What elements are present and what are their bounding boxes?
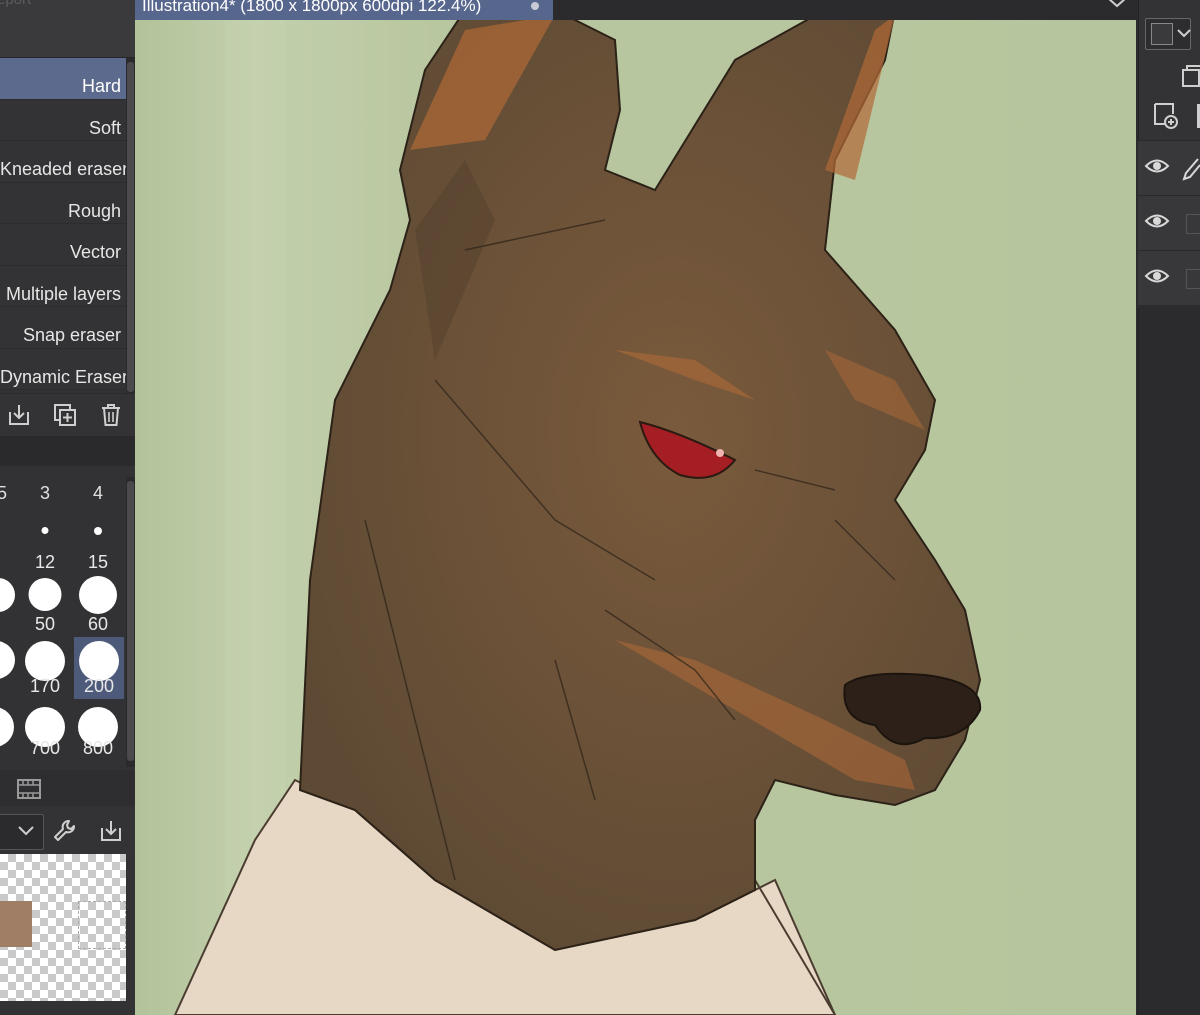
- layer-row[interactable]: [1138, 250, 1200, 305]
- subtool-label: Kneaded eraser: [0, 159, 129, 179]
- right-layer-panel: [1138, 0, 1200, 1015]
- subtool-label: Multiple layers: [5, 283, 121, 304]
- layer-property-bar: [0, 808, 135, 854]
- layer-row[interactable]: [1138, 140, 1200, 195]
- brush-size-value: 15: [87, 552, 109, 572]
- chevron-down-icon: [18, 826, 34, 836]
- subtool-item-dynamic-eraser[interactable]: Dynamic Eraser: [0, 348, 129, 390]
- unsaved-dot-icon: [531, 2, 539, 10]
- subtool-list: Hard Soft Kneaded eraser Rough Vector Mu…: [0, 58, 129, 390]
- layer-color-icon: [1151, 23, 1173, 45]
- subtool-item-vector[interactable]: Vector: [0, 224, 126, 266]
- column-header: 3: [39, 483, 50, 503]
- timeline-bar: [0, 770, 135, 806]
- brush-size-cell[interactable]: 12: [21, 513, 69, 575]
- subtool-label: Snap eraser: [22, 325, 121, 345]
- duplicate-icon[interactable]: [52, 402, 78, 428]
- subtool-item-kneaded-eraser[interactable]: Kneaded eraser: [0, 141, 129, 183]
- header-label: report: [0, 0, 31, 8]
- brush-size-preview: [94, 527, 102, 535]
- pencil-icon: [1182, 158, 1200, 181]
- brush-size-value: 700: [29, 738, 61, 758]
- brush-size-preview: [0, 578, 15, 612]
- new-layer-icon[interactable]: [1151, 100, 1181, 130]
- layer-list-empty-area: [1138, 308, 1200, 1015]
- brush-size-cell[interactable]: 50: [21, 575, 69, 637]
- subtool-label: Hard: [81, 76, 121, 96]
- drawing-canvas[interactable]: [135, 20, 1136, 1015]
- subtool-item-snap-eraser[interactable]: Snap eraser: [0, 307, 126, 349]
- layer-copy-icon[interactable]: [1181, 62, 1200, 88]
- eye-icon[interactable]: [1144, 212, 1170, 230]
- layer-thumbnail-preview: [0, 854, 126, 1001]
- import-icon[interactable]: [6, 402, 32, 428]
- layer-color-dropdown[interactable]: [1145, 18, 1191, 50]
- eye-icon[interactable]: [1144, 267, 1170, 285]
- subtool-label: Rough: [67, 200, 121, 221]
- brush-size-preview: [28, 578, 62, 611]
- brush-size-cell[interactable]: 700: [21, 699, 69, 761]
- selection-outline: [78, 901, 126, 949]
- subtool-item-rough[interactable]: Rough: [0, 182, 126, 224]
- document-title: Illustration4* (1800 x 1800px 600dpi 122…: [142, 0, 482, 15]
- brush-size-cell[interactable]: 800: [74, 699, 122, 761]
- checkbox-icon[interactable]: [1186, 269, 1200, 289]
- left-panel-header: report: [0, 0, 135, 58]
- panel-divider: [0, 436, 135, 466]
- scrollbar-thumb[interactable]: [127, 62, 134, 392]
- subtool-item-multiple-layers[interactable]: Multiple layers: [0, 265, 126, 307]
- brush-size-value: 12: [34, 552, 56, 572]
- canvas-artwork: [135, 20, 1136, 1015]
- brush-size-cell[interactable]: 0: [0, 699, 18, 761]
- film-icon[interactable]: [16, 778, 42, 800]
- eye-icon[interactable]: [1144, 157, 1170, 175]
- brush-size-value: 800: [82, 738, 114, 758]
- brush-size-preview: [79, 641, 119, 681]
- brush-size-value: 0: [0, 552, 18, 573]
- brush-size-preview: [25, 641, 65, 681]
- brush-size-preview: [79, 576, 117, 614]
- checkbox-icon[interactable]: [1186, 214, 1200, 234]
- brush-size-value: 170: [29, 676, 61, 696]
- subtool-label: Soft: [88, 117, 121, 138]
- layer-panel-header: [1138, 0, 1200, 140]
- brush-size-cell[interactable]: 0: [0, 637, 18, 699]
- column-header: 4: [92, 483, 103, 503]
- document-tab[interactable]: Illustration4* (1800 x 1800px 600dpi 122…: [135, 0, 553, 20]
- trash-icon[interactable]: [98, 402, 124, 428]
- subtool-scrollbar[interactable]: [126, 58, 135, 398]
- import-icon[interactable]: [98, 818, 124, 844]
- left-tool-panel: report Hard Soft Kneaded eraser Rough Ve…: [0, 0, 135, 1015]
- brush-size-value: 60: [87, 614, 109, 634]
- column-header: 5: [0, 483, 7, 503]
- subtool-label: Dynamic Eraser: [0, 366, 129, 387]
- brush-size-value: 0: [0, 614, 18, 635]
- subtool-item-soft[interactable]: Soft: [0, 99, 126, 141]
- subtool-label: Vector: [69, 242, 121, 262]
- brush-size-preview: [41, 527, 49, 534]
- brush-size-value: 0: [0, 738, 18, 759]
- layer-row[interactable]: [1138, 195, 1200, 250]
- brush-size-cell[interactable]: 170: [21, 637, 69, 699]
- brush-size-cell[interactable]: 15: [74, 513, 122, 575]
- brush-size-value: 200: [83, 676, 115, 696]
- brush-size-scrollbar[interactable]: [126, 477, 135, 767]
- chevron-down-icon[interactable]: [1106, 0, 1128, 10]
- brush-size-cell[interactable]: 60: [74, 575, 122, 637]
- brush-size-value: 0: [0, 676, 18, 697]
- scrollbar-thumb[interactable]: [127, 481, 134, 761]
- brush-size-cell[interactable]: 0: [0, 575, 18, 637]
- subtool-action-bar: [0, 393, 135, 436]
- wrench-icon[interactable]: [52, 818, 78, 844]
- document-tab-bar: Illustration4* (1800 x 1800px 600dpi 122…: [135, 0, 1138, 20]
- brush-size-preview: [0, 641, 15, 679]
- layer-color-swatch: [0, 901, 32, 947]
- layer-dropdown[interactable]: [0, 814, 44, 850]
- chevron-down-icon: [1177, 29, 1191, 38]
- brush-size-cell-selected[interactable]: 200: [74, 637, 124, 699]
- brush-size-value: 50: [34, 614, 56, 634]
- subtool-item-hard[interactable]: Hard: [0, 58, 126, 100]
- brush-size-cell[interactable]: 0: [0, 513, 18, 575]
